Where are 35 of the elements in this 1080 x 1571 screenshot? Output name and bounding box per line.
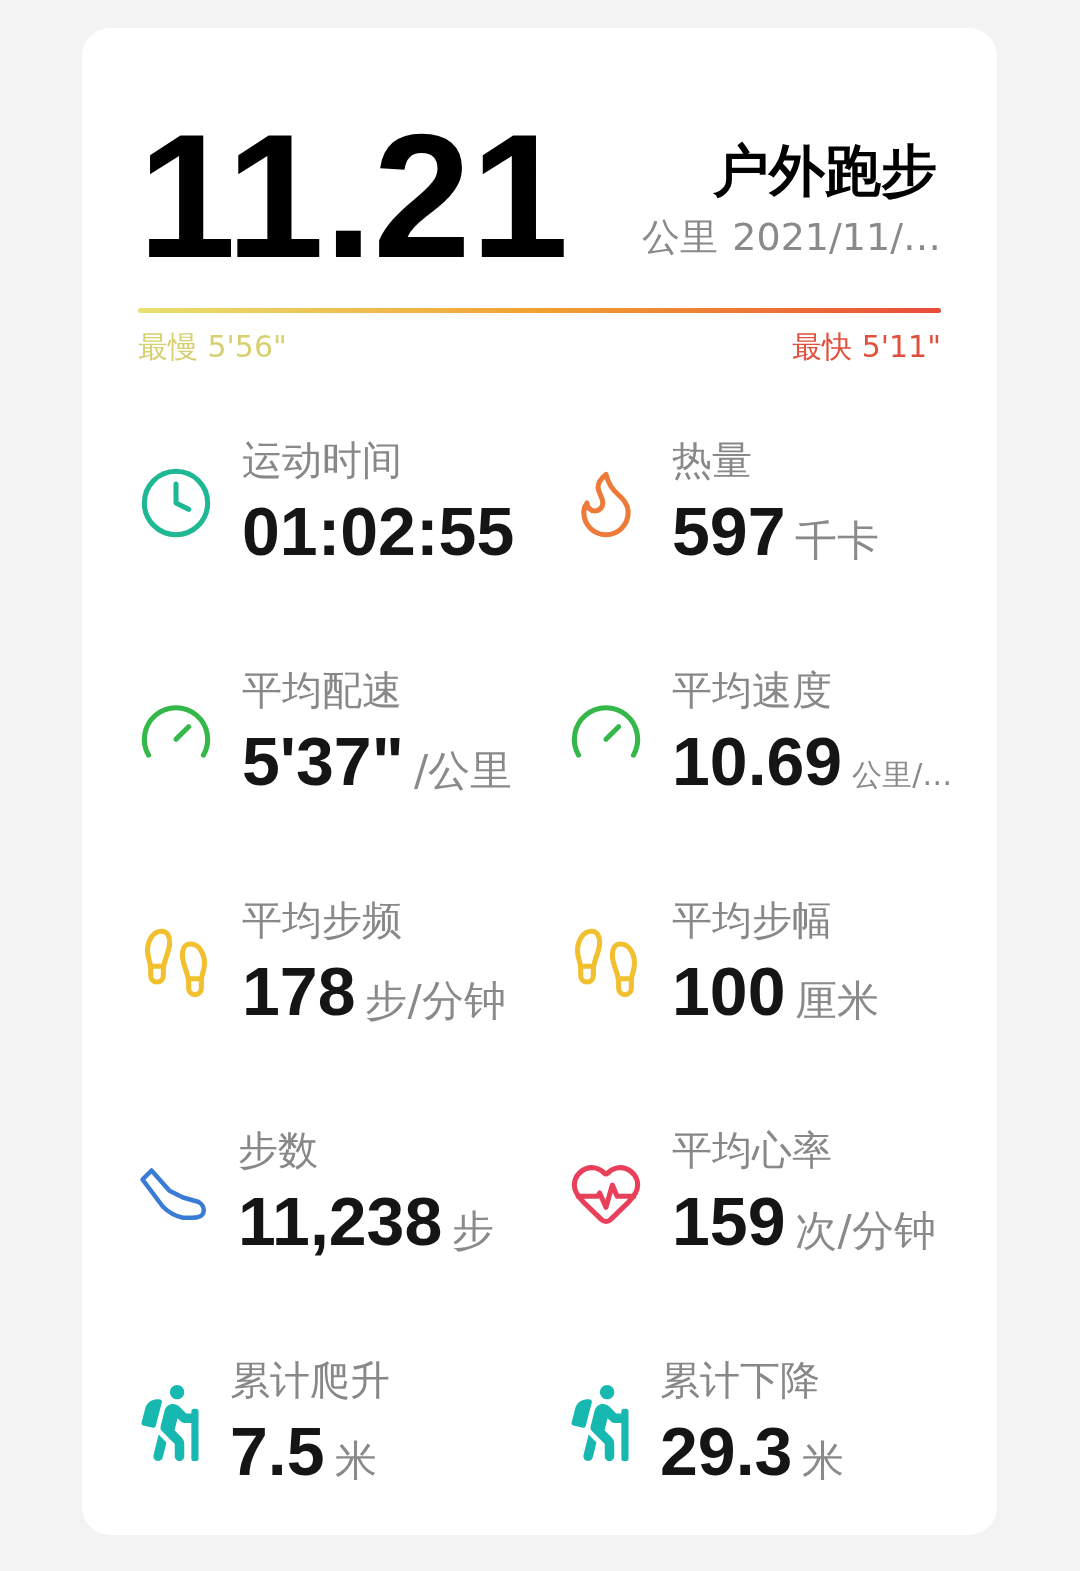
activity-title: 户外跑步 [713, 137, 938, 205]
stat-value: 11,238 [238, 1182, 443, 1261]
stat-value: 5'37" [242, 722, 404, 801]
stat-unit: 步 [452, 1205, 495, 1257]
stat-unit: 米 [334, 1435, 377, 1487]
stat-value: 01:02:55 [242, 492, 515, 571]
slowest-pace: 最慢 5'56" [138, 328, 287, 366]
stat-label: 累计爬升 [230, 1356, 390, 1405]
stat-label: 累计下降 [660, 1356, 821, 1405]
stat-label: 平均心率 [672, 1126, 833, 1175]
stat-value: 10.69 [672, 722, 843, 801]
stat-value: 178 [242, 952, 356, 1031]
stat-unit: 千卡 [795, 515, 880, 567]
stat-value: 100 [672, 952, 786, 1031]
stat-unit: 步/分钟 [365, 975, 506, 1027]
stat-label: 热量 [672, 436, 753, 485]
date-text: 2021/11/… [732, 214, 941, 261]
stat-label: 平均配速 [242, 666, 403, 715]
stat-label: 平均步频 [242, 896, 403, 945]
fastest-pace: 最快 5'11" [792, 328, 941, 366]
stat-label: 平均步幅 [672, 896, 833, 945]
stat-value: 29.3 [660, 1412, 793, 1491]
stat-unit: 厘米 [795, 975, 880, 1027]
stat-value: 7.5 [230, 1412, 325, 1491]
distance-unit: 公里 [642, 214, 719, 261]
stat-value: 159 [672, 1182, 786, 1261]
stat-unit: 米 [802, 1435, 845, 1487]
stat-unit: 公里/… [852, 756, 953, 794]
stat-unit: /公里 [413, 745, 513, 797]
stat-label: 平均速度 [672, 666, 833, 715]
distance-value: 11.21 [138, 128, 569, 264]
stat-label: 运动时间 [242, 436, 403, 485]
stat-value: 597 [672, 492, 786, 571]
stat-unit: 次/分钟 [795, 1205, 936, 1257]
stat-label: 步数 [238, 1126, 319, 1175]
